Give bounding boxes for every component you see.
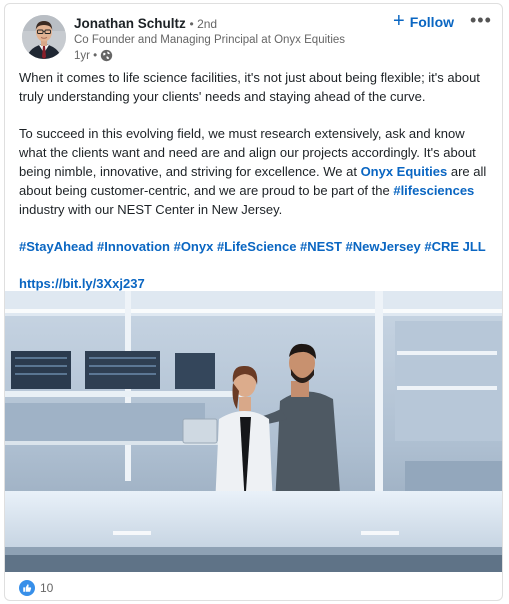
- post-card: Jonathan Schultz • 2nd Co Founder and Ma…: [4, 3, 503, 601]
- post-meta: 1yr •: [74, 49, 113, 62]
- post-text: When it comes to life science facilities…: [19, 68, 491, 293]
- more-horizontal-icon[interactable]: •••: [470, 10, 492, 31]
- follow-button[interactable]: + Follow: [393, 10, 455, 32]
- author-headline: Co Founder and Managing Principal at Ony…: [74, 34, 346, 46]
- onyx-equities-link[interactable]: Onyx Equities: [361, 164, 448, 179]
- hashtags[interactable]: #StayAhead #Innovation #Onyx #LifeScienc…: [19, 237, 491, 256]
- author-name-line: Jonathan Schultz • 2nd: [74, 16, 217, 31]
- post-time: 1yr •: [74, 49, 98, 62]
- post-image[interactable]: [5, 291, 502, 572]
- globe-icon: [100, 49, 113, 62]
- post-paragraph-2: To succeed in this evolving field, we mu…: [19, 124, 491, 219]
- plus-icon: +: [393, 10, 405, 32]
- reaction-count: 10: [40, 581, 54, 595]
- hashtag-lifesciences-link[interactable]: #lifesciences: [393, 183, 474, 198]
- post-paragraph-1: When it comes to life science facilities…: [19, 70, 480, 104]
- follow-label: Follow: [409, 14, 455, 30]
- connection-degree: • 2nd: [189, 17, 218, 31]
- post-paragraph-2-text-c: industry with our NEST Center in New Jer…: [19, 202, 283, 217]
- thumbs-up-icon: [19, 580, 35, 596]
- reactions-summary[interactable]: 10: [19, 580, 53, 596]
- author-name[interactable]: Jonathan Schultz: [74, 16, 186, 31]
- author-avatar[interactable]: [22, 15, 66, 59]
